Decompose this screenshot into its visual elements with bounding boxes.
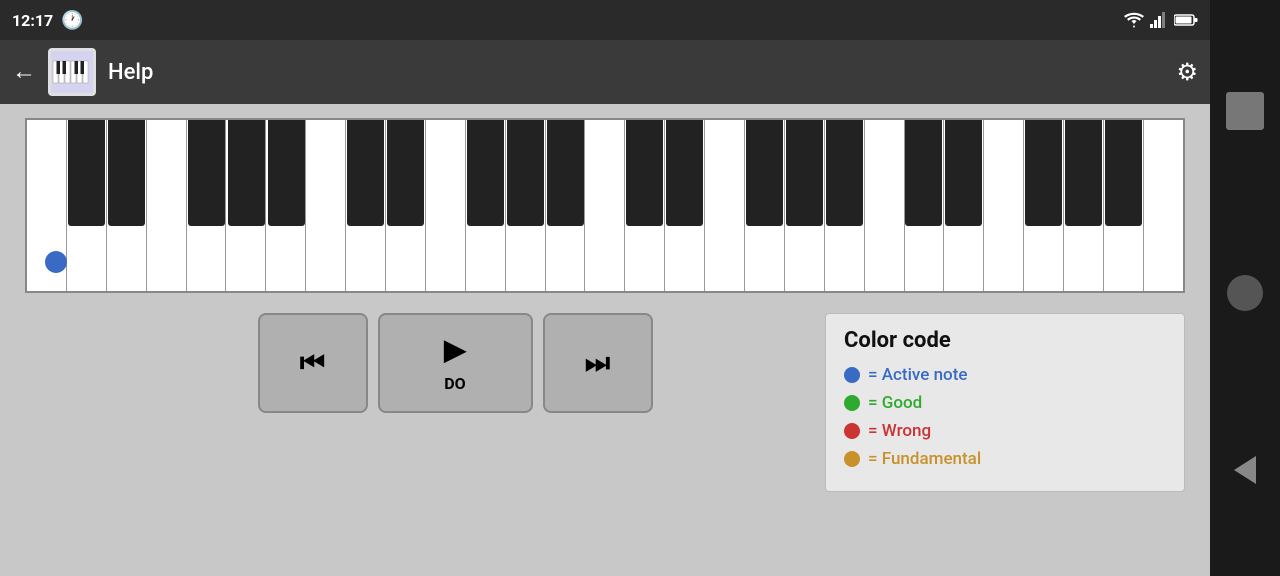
- settings-button[interactable]: ⚙: [1176, 58, 1198, 87]
- color-items-list: = Active note = Good = Wrong = Fundamental: [844, 365, 1166, 469]
- white-key[interactable]: [585, 120, 625, 291]
- white-key[interactable]: [426, 120, 466, 291]
- prev-button[interactable]: ⏮: [258, 313, 368, 413]
- white-key[interactable]: [625, 120, 665, 291]
- status-right: [1124, 12, 1198, 28]
- white-key[interactable]: [665, 120, 705, 291]
- white-key[interactable]: [187, 120, 227, 291]
- white-key[interactable]: [984, 120, 1024, 291]
- white-key[interactable]: [226, 120, 266, 291]
- nav-square-button[interactable]: [1226, 92, 1264, 130]
- color-item: = Active note: [844, 365, 1166, 385]
- bottom-section: ⏮ ▶ DO ⏭ Color code = Active note= Good=…: [25, 313, 1185, 492]
- piano-keyboard[interactable]: [25, 118, 1185, 293]
- color-code-title: Color code: [844, 328, 1166, 353]
- color-code-panel: Color code = Active note = Good = Wrong = F…: [825, 313, 1185, 492]
- app-bar-title: Help: [108, 60, 1164, 85]
- white-key[interactable]: [147, 120, 187, 291]
- nav-back-button[interactable]: [1234, 456, 1256, 484]
- time-display: 12:17: [12, 11, 53, 30]
- white-key[interactable]: [266, 120, 306, 291]
- white-keys: [27, 120, 1183, 291]
- play-icon: ▶: [444, 333, 466, 366]
- back-button[interactable]: ←: [12, 58, 36, 86]
- white-key[interactable]: [865, 120, 905, 291]
- color-dot: [844, 423, 860, 439]
- white-key[interactable]: [705, 120, 745, 291]
- color-label: = Active note: [868, 365, 967, 385]
- status-left: 12:17 🕐: [12, 10, 84, 31]
- color-item: = Fundamental: [844, 449, 1166, 469]
- color-label: = Wrong: [868, 421, 931, 441]
- white-key[interactable]: [306, 120, 346, 291]
- color-item: = Good: [844, 393, 1166, 413]
- play-button[interactable]: ▶ DO: [378, 313, 533, 413]
- color-label: = Good: [868, 393, 922, 413]
- white-key[interactable]: [825, 120, 865, 291]
- white-key[interactable]: [386, 120, 426, 291]
- prev-icon: ⏮: [300, 346, 325, 380]
- nav-circle-button[interactable]: [1227, 275, 1263, 311]
- white-key[interactable]: [67, 120, 107, 291]
- app-icon: [48, 48, 96, 96]
- note-name: DO: [444, 374, 465, 393]
- side-navigation: [1210, 0, 1280, 576]
- color-label: = Fundamental: [868, 449, 981, 469]
- white-key[interactable]: [1144, 120, 1183, 291]
- white-key[interactable]: [546, 120, 586, 291]
- white-key[interactable]: [785, 120, 825, 291]
- white-key[interactable]: [905, 120, 945, 291]
- active-note-dot: [45, 251, 67, 273]
- color-dot: [844, 395, 860, 411]
- wifi-icon: [1124, 12, 1144, 28]
- white-key[interactable]: [506, 120, 546, 291]
- signal-icon: [1150, 12, 1168, 28]
- white-key[interactable]: [1064, 120, 1104, 291]
- next-button[interactable]: ⏭: [543, 313, 653, 413]
- white-key[interactable]: [1104, 120, 1144, 291]
- controls-area: ⏮ ▶ DO ⏭: [25, 313, 805, 413]
- color-dot: [844, 367, 860, 383]
- white-key[interactable]: [1024, 120, 1064, 291]
- white-key[interactable]: [745, 120, 785, 291]
- white-key[interactable]: [107, 120, 147, 291]
- app-bar: ← Help ⚙: [0, 40, 1210, 104]
- main-content: ⏮ ▶ DO ⏭ Color code = Active note= Good=…: [0, 104, 1210, 576]
- white-key[interactable]: [466, 120, 506, 291]
- status-bar: 12:17 🕐: [0, 0, 1210, 40]
- battery-icon: [1174, 13, 1198, 27]
- white-key[interactable]: [346, 120, 386, 291]
- alarm-icon: 🕐: [61, 10, 83, 31]
- color-item: = Wrong: [844, 421, 1166, 441]
- color-dot: [844, 451, 860, 467]
- white-key[interactable]: [944, 120, 984, 291]
- next-icon: ⏭: [585, 346, 610, 380]
